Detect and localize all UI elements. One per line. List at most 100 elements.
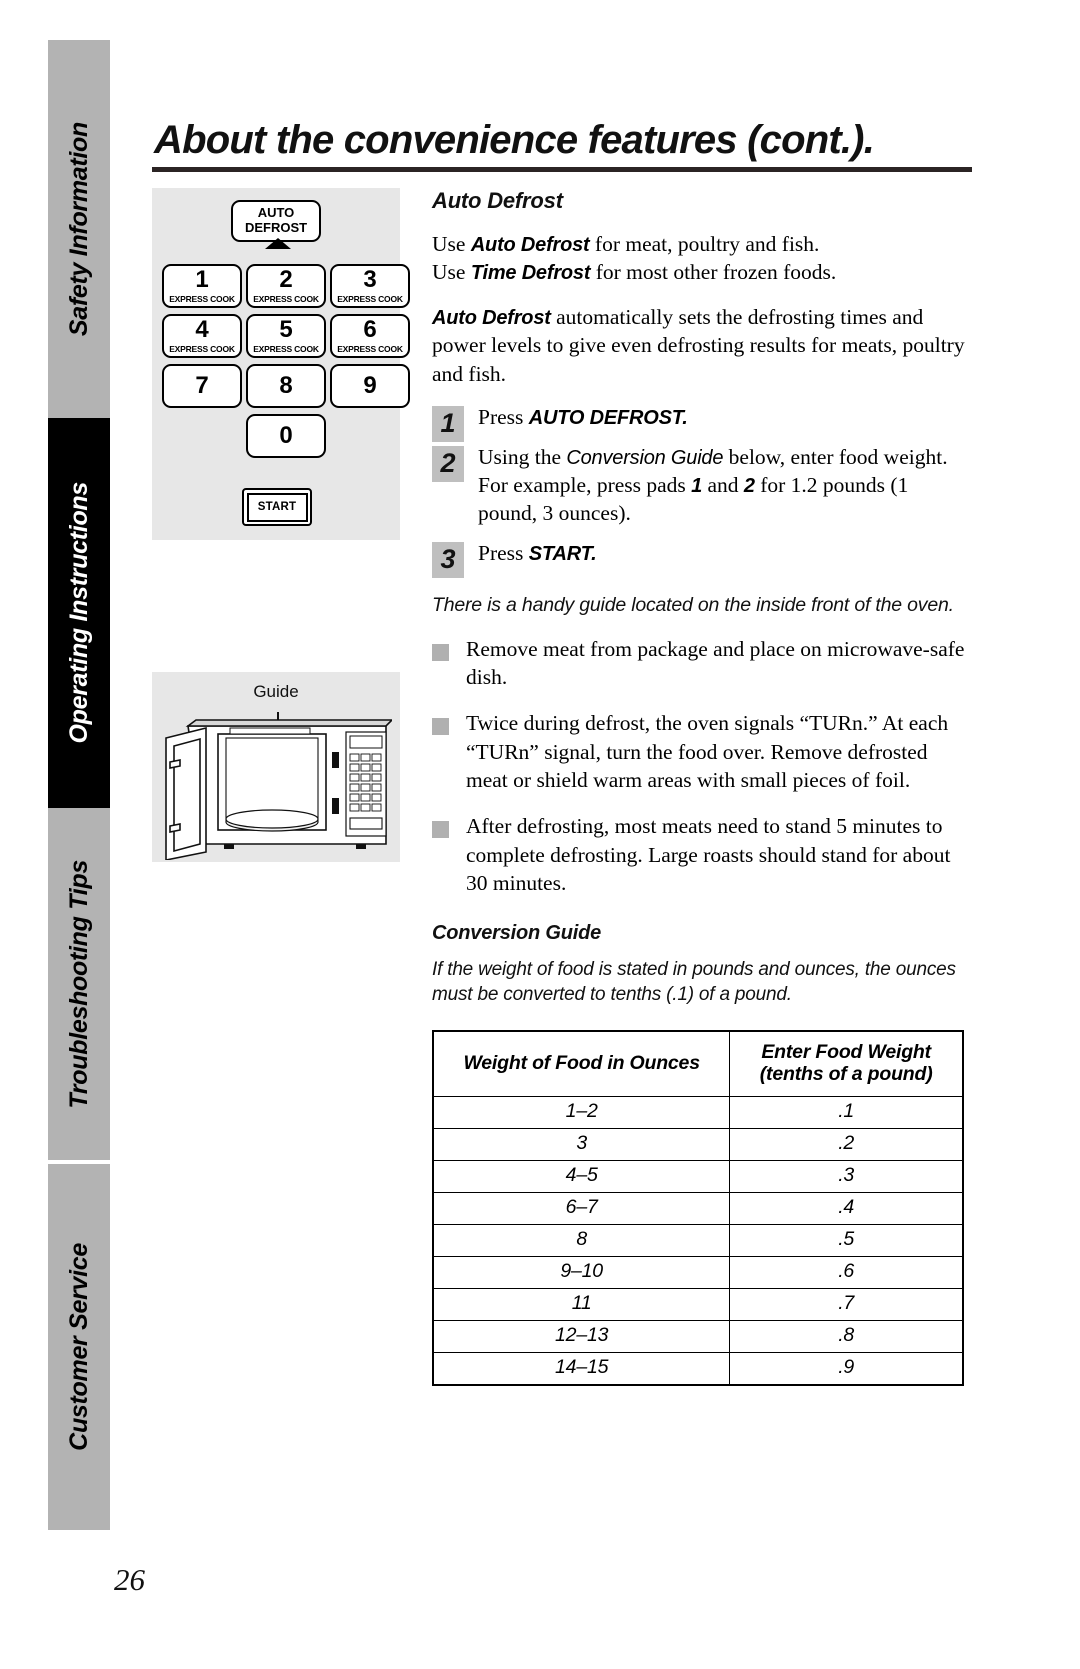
description-paragraph: Auto Defrost automatically sets the defr… bbox=[432, 303, 972, 388]
auto-defrost-label: AUTO DEFROST bbox=[244, 205, 308, 235]
step-text: Press START. bbox=[478, 540, 972, 568]
key-number: 6 bbox=[363, 315, 377, 343]
key-number: 3 bbox=[363, 265, 377, 293]
bullet-text: After defrosting, most meats need to sta… bbox=[466, 814, 951, 896]
description-term: Auto Defrost bbox=[432, 306, 551, 329]
bullet-item: After defrosting, most meats need to sta… bbox=[432, 812, 972, 897]
bullet-item: Remove meat from package and place on mi… bbox=[432, 635, 972, 692]
bullet-square-icon bbox=[432, 821, 449, 839]
intro-line1-pre: Use bbox=[432, 232, 471, 256]
key-sublabel: EXPRESS COOK bbox=[337, 343, 403, 354]
keypad-figure: AUTO DEFROST 1 EXPRESS COOK 2 EXPRESS CO… bbox=[152, 188, 410, 540]
sidebar-tab-safety-information[interactable]: Safety Information bbox=[48, 40, 110, 418]
cell-tenths-of-pound: .6 bbox=[729, 1256, 964, 1290]
step-3: 3 Press START. bbox=[432, 540, 972, 578]
key-number: 7 bbox=[195, 372, 209, 399]
cell-weight-in-ounces: 1–2 bbox=[432, 1096, 731, 1130]
key-sublabel: EXPRESS COOK bbox=[169, 343, 235, 354]
table-row: 8.5 bbox=[432, 1224, 964, 1258]
microwave-oven-illustration bbox=[165, 712, 392, 860]
keypad-key-1[interactable]: 1 EXPRESS COOK bbox=[162, 264, 242, 308]
keypad-key-2[interactable]: 2 EXPRESS COOK bbox=[246, 264, 326, 308]
page-content: About the convenience features (cont.). … bbox=[152, 118, 972, 1498]
sidebar-tab-label: Troubleshooting Tips bbox=[64, 859, 93, 1109]
step-number-badge: 2 bbox=[432, 445, 464, 482]
bullet-item: Twice during defrost, the oven signals “… bbox=[432, 709, 972, 794]
step-pad-2: 2 bbox=[743, 474, 755, 497]
cell-tenths-of-pound: .9 bbox=[729, 1352, 964, 1386]
start-button[interactable]: START bbox=[242, 488, 312, 526]
step-text: Press AUTO DEFROST. bbox=[478, 404, 972, 432]
step-guide-reference: Conversion Guide bbox=[566, 446, 724, 469]
step-number-badge: 3 bbox=[432, 541, 464, 578]
key-number: 0 bbox=[279, 422, 293, 449]
sidebar-tab-customer-service[interactable]: Customer Service bbox=[48, 1164, 110, 1530]
keypad-key-8[interactable]: 8 bbox=[246, 364, 326, 408]
step-number-badge: 1 bbox=[432, 405, 464, 442]
step-pre: Press bbox=[478, 404, 529, 429]
keypad-key-3[interactable]: 3 EXPRESS COOK bbox=[330, 264, 410, 308]
keypad-key-9[interactable]: 9 bbox=[330, 364, 410, 408]
table-row: 12–13.8 bbox=[432, 1320, 964, 1354]
conversion-guide-note: If the weight of food is stated in pound… bbox=[432, 958, 956, 1006]
conversion-guide-table: Weight of Food in Ounces Enter Food Weig… bbox=[432, 1029, 964, 1387]
page-number: 26 bbox=[114, 1562, 145, 1597]
table-row: 6–7.4 bbox=[432, 1192, 964, 1226]
sidebar-tab-label: Customer Service bbox=[64, 1243, 93, 1451]
cell-weight-in-ounces: 3 bbox=[432, 1128, 731, 1162]
cell-weight-in-ounces: 11 bbox=[432, 1288, 731, 1322]
step-emphasis: AUTO DEFROST. bbox=[528, 406, 688, 429]
key-sublabel: EXPRESS COOK bbox=[337, 293, 403, 304]
table-row: 4–5.3 bbox=[432, 1160, 964, 1194]
key-sublabel: EXPRESS COOK bbox=[169, 293, 235, 304]
keypad-key-4[interactable]: 4 EXPRESS COOK bbox=[162, 314, 242, 358]
column-header-enter-food-weight: Enter Food Weight (tenths of a pound) bbox=[729, 1030, 964, 1098]
page-title: About the convenience features (cont.). bbox=[154, 118, 875, 162]
key-number: 5 bbox=[279, 315, 293, 343]
cell-weight-in-ounces: 9–10 bbox=[432, 1256, 731, 1290]
left-figure-column: AUTO DEFROST 1 EXPRESS COOK 2 EXPRESS CO… bbox=[152, 188, 410, 862]
cell-weight-in-ounces: 8 bbox=[432, 1224, 731, 1258]
table-row: 1–2.1 bbox=[432, 1096, 964, 1130]
keypad-key-6[interactable]: 6 EXPRESS COOK bbox=[330, 314, 410, 358]
intro-line2-term: Time Defrost bbox=[470, 262, 591, 285]
auto-defrost-button[interactable]: AUTO DEFROST bbox=[231, 200, 321, 242]
keypad-key-0[interactable]: 0 bbox=[246, 414, 326, 458]
table-row: 14–15.9 bbox=[432, 1352, 964, 1386]
auto-defrost-pointer-icon bbox=[265, 238, 291, 249]
intro-line1-post: for meat, poultry and fish. bbox=[589, 232, 820, 256]
sidebar-tab-operating-instructions[interactable]: Operating Instructions bbox=[48, 418, 110, 808]
start-button-label: START bbox=[246, 492, 308, 522]
intro-line2-pre: Use bbox=[432, 260, 471, 285]
column-header-line2: (tenths of a pound) bbox=[759, 1063, 933, 1086]
step-2: 2 Using the Conversion Guide below, ente… bbox=[432, 444, 972, 528]
step-mid: and bbox=[702, 472, 744, 497]
bullet-text: Remove meat from package and place on mi… bbox=[466, 636, 965, 689]
guide-label: Guide bbox=[253, 682, 299, 701]
step-1: 1 Press AUTO DEFROST. bbox=[432, 404, 972, 442]
step-text: Using the Conversion Guide below, enter … bbox=[478, 444, 972, 528]
cell-tenths-of-pound: .3 bbox=[729, 1160, 964, 1194]
bullet-square-icon bbox=[432, 643, 449, 661]
column-header-weight-of-food-in-ounces: Weight of Food in Ounces bbox=[432, 1030, 731, 1098]
cell-weight-in-ounces: 4–5 bbox=[432, 1160, 731, 1194]
intro-line2-post: for most other frozen foods. bbox=[590, 260, 837, 285]
keypad-key-7[interactable]: 7 bbox=[162, 364, 242, 408]
sidebar-tab-label: Safety Information bbox=[64, 121, 93, 337]
step-pad-1: 1 bbox=[691, 474, 703, 497]
cell-weight-in-ounces: 12–13 bbox=[432, 1320, 731, 1354]
table-header-row: Weight of Food in Ounces Enter Food Weig… bbox=[432, 1030, 964, 1098]
column-header-line1: Enter Food Weight bbox=[761, 1040, 931, 1063]
oven-figure: Guide bbox=[152, 672, 400, 862]
intro-paragraph: Use Auto Defrost for meat, poultry and f… bbox=[432, 230, 972, 287]
cell-tenths-of-pound: .7 bbox=[729, 1288, 964, 1322]
step-pre: Press bbox=[478, 540, 529, 565]
sidebar-tab-troubleshooting-tips[interactable]: Troubleshooting Tips bbox=[48, 808, 110, 1160]
keypad-key-5[interactable]: 5 EXPRESS COOK bbox=[246, 314, 326, 358]
right-text-column: Auto Defrost Use Auto Defrost for meat, … bbox=[432, 188, 972, 1387]
key-number: 9 bbox=[363, 372, 377, 399]
cell-weight-in-ounces: 14–15 bbox=[432, 1352, 731, 1386]
key-number: 4 bbox=[195, 315, 209, 343]
key-number: 8 bbox=[279, 372, 293, 399]
table-row: 9–10.6 bbox=[432, 1256, 964, 1290]
